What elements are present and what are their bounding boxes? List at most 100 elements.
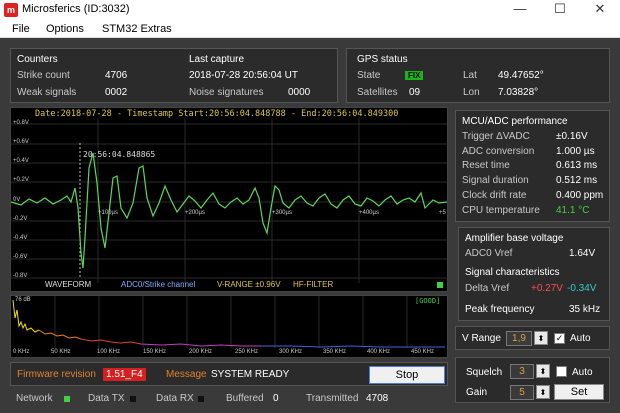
spectrum-graph <box>12 296 445 348</box>
data-tx-label: Data TX <box>88 393 125 404</box>
vrange-panel: V Range 1,9 ⬍ ✓ Auto <box>455 326 610 350</box>
freq-tick: 350 KHz <box>323 349 347 355</box>
clock-drift-label: Clock drift rate <box>462 190 527 201</box>
x-tick: +400µs <box>359 210 379 216</box>
adc-conversion-label: ADC conversion <box>462 146 535 157</box>
freq-tick: 0 KHz <box>13 349 30 355</box>
gps-title: GPS status <box>357 54 408 65</box>
y-tick: -0.2V <box>13 216 28 222</box>
scope-header: Date:2018-07-28 - Timestamp Start:20:56:… <box>35 109 399 119</box>
network-label: Network <box>16 393 53 404</box>
noise-signatures-label: Noise signatures <box>189 87 264 98</box>
squelch-label: Squelch <box>466 367 503 378</box>
firmware-label: Firmware revision <box>17 369 96 380</box>
amplifier-title: Amplifier base voltage <box>465 233 564 244</box>
x-tick: +200µs <box>185 210 205 216</box>
y-tick: 0V <box>13 197 21 203</box>
minimize-button[interactable]: — <box>500 0 540 20</box>
app-logo-icon: m <box>4 3 18 17</box>
waveform-trace <box>11 152 447 269</box>
x-tick: +100µs <box>98 210 118 216</box>
satellites-label: Satellites <box>357 87 398 98</box>
menu-bar: File Options STM32 Extras <box>0 20 620 38</box>
squelch-input[interactable]: 3 <box>510 364 534 379</box>
spectrum-display: 76 dB [GOOD] 0 KHz 50 KHz 100 KHz 150 KH… <box>10 295 448 358</box>
menu-options[interactable]: Options <box>46 23 84 35</box>
vrange-input[interactable]: 1,9 <box>506 331 532 346</box>
hf-filter-label: HF-FILTER <box>293 280 334 289</box>
status-bar: Network Data TX Data RX Buffered 0 Trans… <box>10 390 448 408</box>
vref-value: 1.64V <box>569 248 596 259</box>
noise-signatures-value: 0000 <box>288 87 311 98</box>
reset-time-value: 0.613 ms <box>556 160 598 171</box>
menu-file[interactable]: File <box>12 23 30 35</box>
status-panel: Firmware revision 1.51_F4 Message SYSTEM… <box>10 362 448 386</box>
squelch-auto-checkbox[interactable] <box>556 366 567 377</box>
peak-frequency-label: Peak frequency <box>465 304 535 315</box>
waveform-scope: Date:2018-07-28 - Timestamp Start:20:56:… <box>10 107 448 292</box>
buffered-value: 0 <box>273 393 279 404</box>
cursor-time-label: 20:56:04.848865 <box>83 150 156 159</box>
delta-vref-negative: -0.34V <box>567 283 597 294</box>
menu-stm32-extras[interactable]: STM32 Extras <box>102 23 172 35</box>
vrange-auto-checkbox[interactable]: ✓ <box>554 333 565 344</box>
spectrum-status: [GOOD] <box>415 297 441 305</box>
delta-vref-label: Delta Vref <box>465 283 510 294</box>
freq-tick: 450 KHz <box>411 349 435 355</box>
stop-button[interactable]: Stop <box>369 366 445 384</box>
network-led <box>64 396 70 402</box>
spectrum-trace-high <box>140 343 261 347</box>
longitude-value: 7.03828° <box>498 87 539 98</box>
gain-input[interactable]: 5 <box>510 385 534 400</box>
reset-time-label: Reset time <box>462 160 510 171</box>
longitude-label: Lon <box>463 87 480 98</box>
spectrum-trace-mid <box>80 338 142 345</box>
amplifier-panel: Amplifier base voltage ADC0 Vref 1.64V S… <box>458 227 610 321</box>
data-rx-led <box>198 396 204 402</box>
weak-signals-label: Weak signals <box>17 87 77 98</box>
latitude-value: 49.47652° <box>498 70 544 81</box>
adc-conversion-value: 1.000 µs <box>556 146 595 157</box>
y-tick: +0.6V <box>13 139 29 145</box>
squelch-stepper[interactable]: ⬍ <box>536 364 550 378</box>
gps-state-label: State <box>357 70 381 81</box>
maximize-button[interactable]: ☐ <box>540 0 580 20</box>
mcu-title: MCU/ADC performance <box>462 116 568 127</box>
vrange-readout: V-RANGE ±0.96V <box>217 280 281 289</box>
buffered-label: Buffered <box>226 393 264 404</box>
vrange-stepper[interactable]: ⬍ <box>534 331 548 345</box>
window-title: Microsferics (ID:3032) <box>22 3 130 15</box>
mcu-panel: MCU/ADC performance Trigger ΔVADC ±0.16V… <box>455 110 610 222</box>
trigger-value: ±0.16V <box>556 131 588 142</box>
x-tick: +300µs <box>272 210 292 216</box>
set-button[interactable]: Set <box>554 384 604 400</box>
gain-label: Gain <box>466 387 488 398</box>
transmitted-label: Transmitted <box>306 393 359 404</box>
spectrum-trace-mid-low <box>38 329 82 340</box>
freq-tick: 50 KHz <box>51 349 71 355</box>
data-rx-label: Data RX <box>156 393 194 404</box>
trigger-label: Trigger ΔVADC <box>462 131 530 142</box>
y-tick: -0.4V <box>13 235 28 241</box>
signal-duration-label: Signal duration <box>462 175 529 186</box>
squelch-gain-panel: Squelch 3 ⬍ Auto Gain 5 ⬍ Set <box>455 357 610 403</box>
strike-count-label: Strike count <box>17 70 70 81</box>
cpu-temp-value: 41.1 °C <box>556 205 590 216</box>
scope-status-led <box>437 282 443 288</box>
waveform-label: WAVEFORM <box>45 280 92 289</box>
freq-tick: 100 KHz <box>97 349 121 355</box>
vref-label: ADC0 Vref <box>465 248 513 259</box>
gps-panel: GPS status State FIX Satellites 09 Lat 4… <box>346 48 610 103</box>
freq-tick: 150 KHz <box>143 349 167 355</box>
close-button[interactable]: ✕ <box>580 0 620 20</box>
y-tick: +0.4V <box>13 158 29 164</box>
db-label: 76 dB <box>15 297 31 303</box>
message-label: Message <box>166 369 207 380</box>
gain-stepper[interactable]: ⬍ <box>536 385 550 399</box>
y-tick: -0.6V <box>13 254 28 260</box>
last-capture-title: Last capture <box>189 54 245 65</box>
clock-drift-value: 0.400 ppm <box>556 190 604 201</box>
peak-frequency-value: 35 kHz <box>569 304 601 315</box>
signal-duration-value: 0.512 ms <box>556 175 598 186</box>
counters-title: Counters <box>17 54 58 65</box>
